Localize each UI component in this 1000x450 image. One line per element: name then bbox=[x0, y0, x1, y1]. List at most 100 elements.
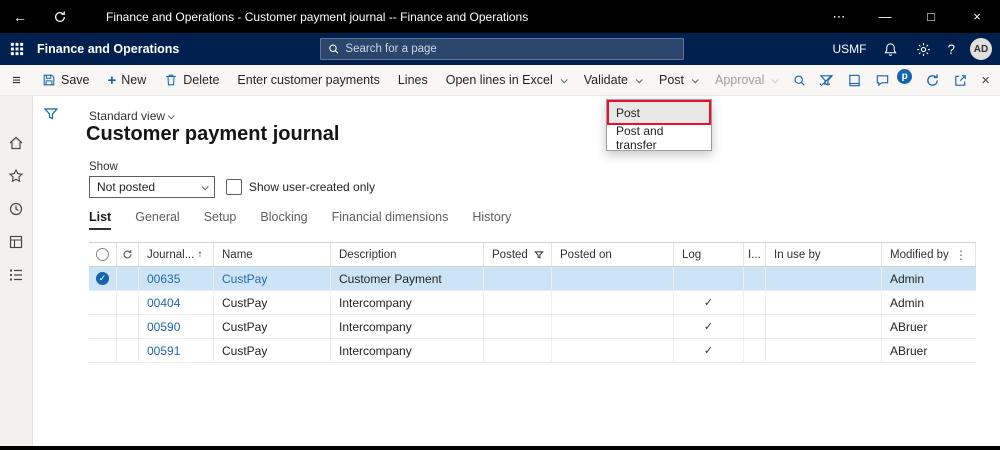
tab-blocking[interactable]: Blocking bbox=[260, 210, 307, 230]
column-header-description[interactable]: Description bbox=[331, 243, 484, 266]
validate-button[interactable]: Validate bbox=[575, 65, 650, 96]
bell-icon[interactable] bbox=[881, 40, 899, 58]
favorites-star-icon[interactable] bbox=[8, 167, 25, 184]
search-input[interactable] bbox=[345, 43, 676, 55]
lines-button[interactable]: Lines bbox=[389, 65, 437, 96]
show-user-created-checkbox[interactable] bbox=[226, 179, 242, 195]
column-header-modified-by[interactable]: Modified by ⋮ bbox=[882, 243, 976, 266]
tab-general[interactable]: General bbox=[135, 210, 179, 230]
filter-applied-icon bbox=[533, 250, 544, 260]
table-row[interactable]: ✓ 00635 CustPay Customer Payment Admin bbox=[89, 267, 976, 291]
left-rail bbox=[0, 96, 33, 446]
help-icon[interactable]: ? bbox=[947, 42, 955, 57]
journal-link[interactable]: 00635 bbox=[139, 267, 214, 290]
approval-button[interactable]: Approval bbox=[706, 65, 786, 96]
posted-filter-select[interactable]: Not posted bbox=[89, 176, 215, 198]
column-header-posted-on[interactable]: Posted on bbox=[552, 243, 674, 266]
journal-link[interactable]: 00404 bbox=[139, 291, 214, 314]
modified-by-cell: ABruer bbox=[890, 319, 928, 334]
grid-more-icon[interactable]: ⋮ bbox=[955, 248, 967, 262]
search-actions-icon[interactable] bbox=[786, 65, 812, 96]
refresh-page-icon[interactable] bbox=[925, 73, 940, 88]
delete-button[interactable]: Delete bbox=[155, 65, 228, 96]
new-button[interactable]: + New bbox=[99, 65, 156, 96]
workspaces-icon[interactable] bbox=[8, 233, 25, 250]
gear-icon[interactable] bbox=[914, 40, 932, 58]
show-user-created-label: Show user-created only bbox=[249, 180, 376, 194]
recent-clock-icon[interactable] bbox=[8, 200, 25, 217]
browser-titlebar: ← Finance and Operations - Customer paym… bbox=[0, 0, 1000, 33]
post-button[interactable]: Post bbox=[650, 65, 706, 96]
table-row[interactable]: 00591 CustPay Intercompany ✓ ABruer bbox=[89, 339, 976, 363]
tab-setup[interactable]: Setup bbox=[204, 210, 237, 230]
page-search-box[interactable] bbox=[320, 38, 684, 60]
name-cell: CustPay bbox=[214, 339, 331, 362]
close-page-icon[interactable]: × bbox=[981, 72, 990, 89]
posted-on-cell bbox=[552, 339, 674, 362]
app-navbar: Finance and Operations USMF ? AD bbox=[0, 33, 1000, 65]
home-icon[interactable] bbox=[8, 134, 25, 151]
search-icon bbox=[329, 44, 339, 54]
chevron-down-icon bbox=[167, 111, 175, 119]
table-row[interactable]: 00404 CustPay Intercompany ✓ Admin bbox=[89, 291, 976, 315]
description-cell: Intercompany bbox=[331, 315, 484, 338]
name-cell[interactable]: CustPay bbox=[214, 267, 331, 290]
select-all-cell[interactable] bbox=[89, 243, 117, 266]
save-button[interactable]: Save bbox=[33, 65, 99, 96]
app-name[interactable]: Finance and Operations bbox=[37, 42, 179, 56]
select-all-circle-icon[interactable] bbox=[96, 248, 109, 261]
browser-more-icon[interactable]: ⋯ bbox=[816, 0, 862, 33]
open-in-new-window-icon[interactable] bbox=[953, 73, 968, 88]
post-menu-item-post[interactable]: Post bbox=[607, 100, 711, 125]
feedback-icon[interactable] bbox=[875, 73, 890, 88]
chevron-down-icon bbox=[635, 75, 643, 83]
tab-history[interactable]: History bbox=[472, 210, 511, 230]
chevron-down-icon bbox=[772, 75, 780, 83]
journal-link[interactable]: 00591 bbox=[139, 339, 214, 362]
view-selector[interactable]: Standard view bbox=[89, 109, 175, 123]
chevron-down-icon bbox=[201, 182, 209, 190]
personalize-icon[interactable] bbox=[819, 73, 834, 88]
show-user-created-toggle[interactable]: Show user-created only bbox=[226, 179, 375, 195]
waffle-icon[interactable] bbox=[0, 33, 33, 65]
refresh-icon[interactable] bbox=[40, 0, 80, 33]
tab-financial-dimensions[interactable]: Financial dimensions bbox=[332, 210, 449, 230]
enter-customer-payments-button[interactable]: Enter customer payments bbox=[228, 65, 388, 96]
column-header-name[interactable]: Name bbox=[214, 243, 331, 266]
log-cell: ✓ bbox=[674, 291, 744, 314]
back-icon[interactable]: ← bbox=[0, 0, 40, 33]
save-icon bbox=[42, 73, 56, 87]
post-dropdown-menu: Post Post and transfer bbox=[606, 99, 712, 152]
journal-link[interactable]: 00590 bbox=[139, 315, 214, 338]
minimize-icon[interactable]: — bbox=[862, 0, 908, 33]
avatar[interactable]: AD bbox=[970, 38, 992, 60]
post-menu-item-post-and-transfer[interactable]: Post and transfer bbox=[607, 124, 711, 152]
in-use-cell bbox=[744, 291, 766, 314]
description-cell: Intercompany bbox=[331, 291, 484, 314]
log-cell: ✓ bbox=[674, 339, 744, 362]
row-selected-icon[interactable]: ✓ bbox=[96, 272, 109, 285]
column-header-in-use-by[interactable]: In use by bbox=[766, 243, 882, 266]
column-header-in-use[interactable]: I... bbox=[744, 243, 766, 266]
hamburger-icon[interactable]: ≡ bbox=[0, 65, 33, 96]
description-cell: Intercompany bbox=[331, 339, 484, 362]
column-header-posted[interactable]: Posted bbox=[484, 243, 552, 266]
tab-list[interactable]: List bbox=[89, 210, 112, 230]
in-use-cell bbox=[744, 339, 766, 362]
window-title: Finance and Operations - Customer paymen… bbox=[106, 9, 529, 24]
posted-cell bbox=[484, 291, 552, 314]
column-header-journal[interactable]: Journal... ↑ bbox=[139, 243, 214, 266]
maximize-icon[interactable]: □ bbox=[908, 0, 954, 33]
task-guide-icon[interactable] bbox=[847, 73, 862, 88]
close-window-icon[interactable]: × bbox=[954, 0, 1000, 33]
table-row[interactable]: 00590 CustPay Intercompany ✓ ABruer bbox=[89, 315, 976, 339]
column-header-log[interactable]: Log bbox=[674, 243, 744, 266]
modules-list-icon[interactable] bbox=[8, 266, 25, 283]
posted-cell bbox=[484, 339, 552, 362]
show-label: Show bbox=[89, 161, 118, 173]
in-use-by-cell bbox=[766, 267, 882, 290]
company-selector[interactable]: USMF bbox=[832, 42, 866, 56]
open-lines-in-excel-button[interactable]: Open lines in Excel bbox=[437, 65, 575, 96]
filter-pane-icon[interactable] bbox=[43, 106, 63, 126]
page-badge: p bbox=[897, 69, 913, 84]
